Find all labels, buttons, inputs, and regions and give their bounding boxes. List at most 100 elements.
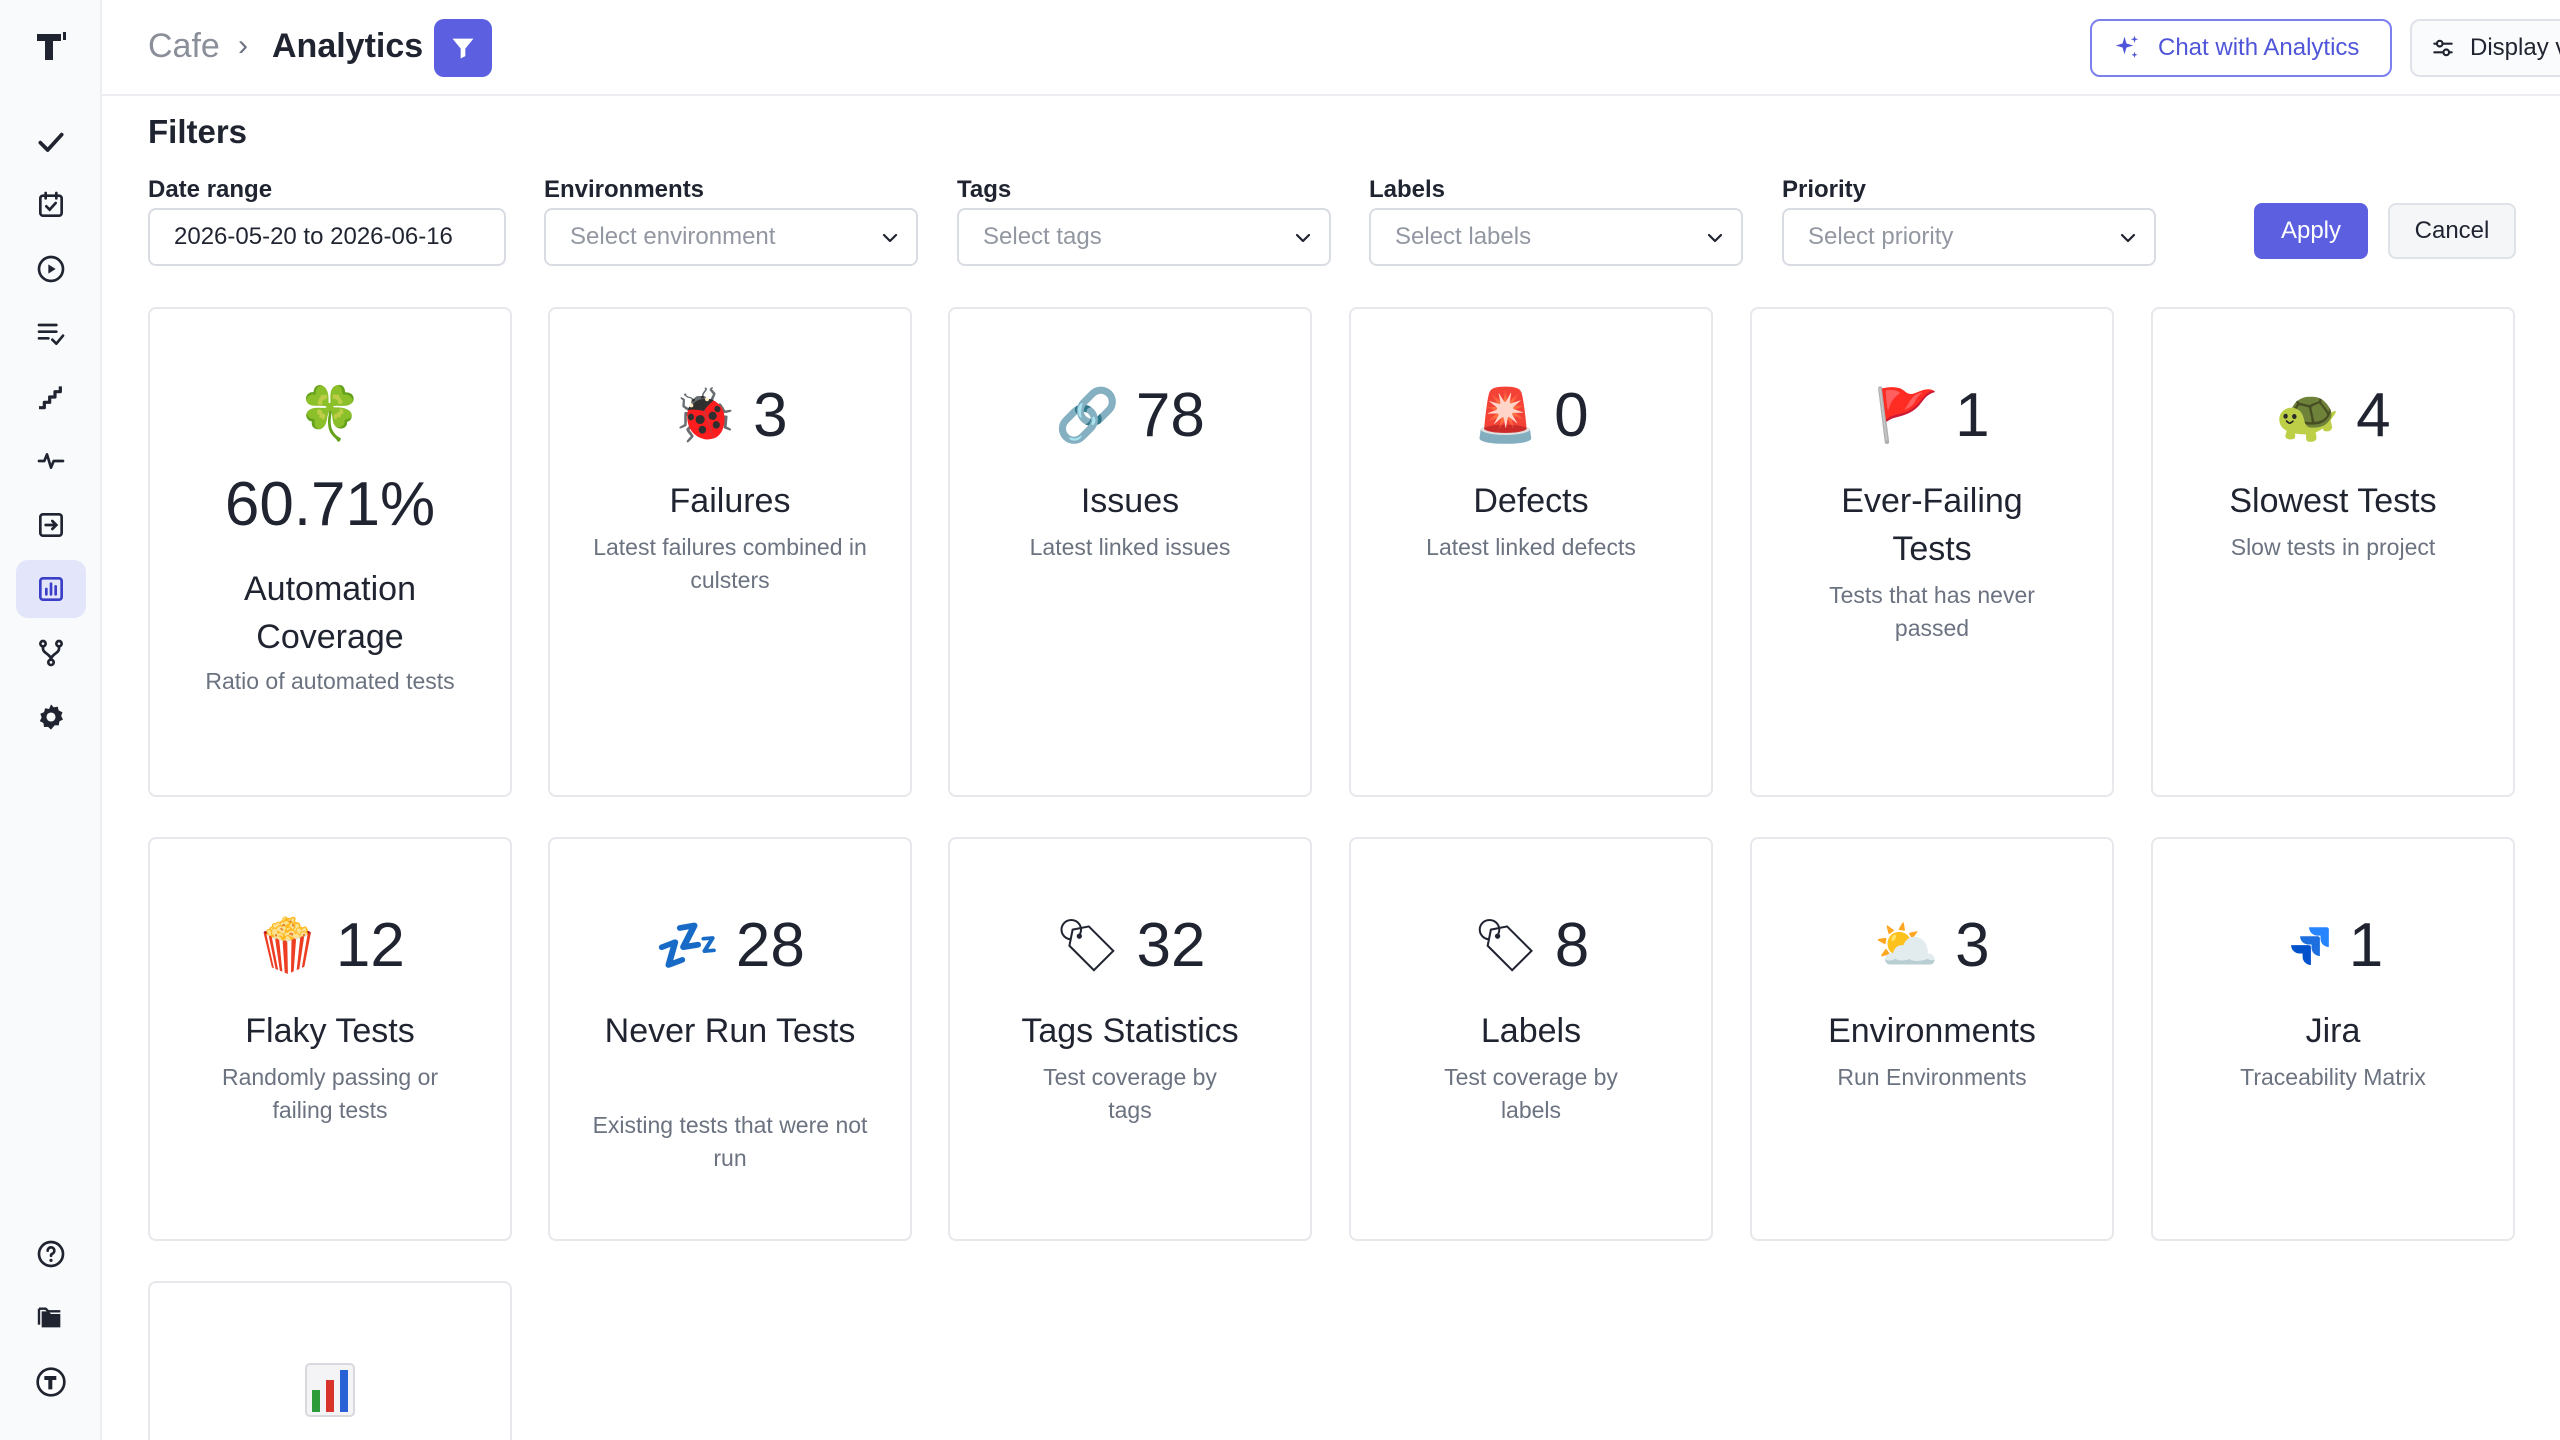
sidebar-item-analytics[interactable]	[16, 560, 86, 618]
testomatio-logo-icon[interactable]	[31, 26, 71, 66]
card-description: Latest linked issues	[1029, 534, 1231, 560]
sidebar-item-branches[interactable]	[16, 624, 86, 682]
date-range-value: 2026-05-20 to 2026-06-16	[174, 223, 453, 250]
tags-select[interactable]: Select tags	[957, 208, 1331, 266]
card-bar-chart[interactable]	[148, 1281, 512, 1440]
checkmark-icon	[38, 132, 64, 152]
display-button-label: Display view	[2470, 34, 2560, 61]
filter-toggle-button[interactable]	[434, 19, 492, 77]
card-ever-failing-tests[interactable]: 🚩 1 Ever-Failing Tests Tests that has ne…	[1750, 307, 2114, 797]
card-metric: 28	[735, 911, 805, 980]
chevron-down-icon	[1707, 233, 1723, 243]
card-description: Existing tests that were not run	[592, 1112, 868, 1171]
priority-select[interactable]: Select priority	[1782, 208, 2156, 266]
card-labels[interactable]: 🏷 8 Labels Test coverage by labels	[1349, 837, 1713, 1241]
card-metric: 8	[1554, 911, 1590, 980]
label-tag-icon: 🏷	[1472, 916, 1539, 976]
environments-select[interactable]: Select environment	[544, 208, 918, 266]
sidebar-item-plans[interactable]	[16, 176, 86, 234]
filters-heading: Filters	[148, 113, 248, 150]
card-description: Ratio of automated tests	[205, 668, 455, 694]
jira-icon	[2290, 927, 2329, 965]
turtle-icon: 🐢	[2275, 386, 2341, 446]
sidebar-item-account[interactable]	[16, 1353, 86, 1411]
card-title: Slowest Tests	[2229, 482, 2437, 520]
card-title: Tags Statistics	[1021, 1012, 1239, 1050]
card-title: Jira	[2305, 1012, 2361, 1050]
priority-label: Priority	[1782, 176, 1867, 203]
card-metric: 1	[1955, 381, 1990, 450]
card-metric: 32	[1136, 911, 1206, 980]
date-range-input[interactable]: 2026-05-20 to 2026-06-16	[148, 208, 506, 266]
chevron-down-icon	[1295, 233, 1311, 243]
card-defects[interactable]: 🚨 0 Defects Latest linked defects	[1349, 307, 1713, 797]
page-title: Analytics	[272, 27, 424, 65]
card-description: Test coverage by tags	[1043, 1064, 1217, 1123]
chevron-down-icon	[882, 233, 898, 243]
siren-icon: 🚨	[1473, 386, 1539, 446]
card-failures[interactable]: 🐞 3 Failures Latest failures combined in…	[548, 307, 912, 797]
card-description: Traceability Matrix	[2240, 1064, 2426, 1090]
card-metric: 78	[1135, 381, 1205, 450]
card-title: Issues	[1080, 482, 1180, 520]
sidebar-item-projects[interactable]	[16, 1289, 86, 1347]
card-title: Ever-Failing Tests	[1841, 482, 2023, 568]
labels-select[interactable]: Select labels	[1369, 208, 1743, 266]
card-description: Latest linked defects	[1426, 534, 1636, 560]
funnel-icon	[452, 38, 474, 59]
chevron-down-icon	[2120, 233, 2136, 243]
play-circle-icon	[37, 255, 65, 283]
sidebar	[0, 0, 102, 1440]
date-range-label: Date range	[148, 176, 273, 203]
card-metric: 3	[753, 381, 788, 450]
sleep-zzz-icon: 💤	[655, 916, 720, 976]
card-jira[interactable]: 1 Jira Traceability Matrix	[2151, 837, 2515, 1241]
card-environments[interactable]: ⛅ 3 Environments Run Environments	[1750, 837, 2114, 1241]
labels-label: Labels	[1369, 176, 1446, 203]
card-title: Flaky Tests	[245, 1012, 415, 1050]
card-metric: 12	[335, 911, 405, 980]
card-tags-statistics[interactable]: 🏷 32 Tags Statistics Test coverage by ta…	[948, 837, 1312, 1241]
ladybug-icon: 🐞	[672, 386, 738, 446]
sliders-icon	[2433, 39, 2453, 57]
card-description: Randomly passing or failing tests	[221, 1064, 439, 1123]
red-flag-icon: 🚩	[1874, 386, 1940, 446]
card-metric: 3	[1955, 911, 1990, 980]
sidebar-item-steps[interactable]	[16, 368, 86, 426]
tags-placeholder: Select tags	[983, 223, 1102, 250]
breadcrumb-separator: ›	[238, 29, 248, 62]
steps-icon	[39, 386, 62, 410]
labels-placeholder: Select labels	[1395, 223, 1532, 250]
card-title: Failures	[669, 482, 791, 520]
display-view-button[interactable]: Display view	[2410, 19, 2560, 77]
card-never-run-tests[interactable]: 💤 28 Never Run Tests Existing tests that…	[548, 837, 912, 1241]
card-flaky-tests[interactable]: 🍿 12 Flaky Tests Randomly passing or fai…	[148, 837, 512, 1241]
sidebar-item-pulse[interactable]	[16, 432, 86, 490]
card-description: Run Environments	[1837, 1064, 2027, 1090]
card-description: Test coverage by labels	[1444, 1064, 1618, 1123]
apply-button[interactable]: Apply	[2254, 203, 2368, 259]
sidebar-item-runs[interactable]	[16, 240, 86, 298]
breadcrumb-project[interactable]: Cafe	[148, 27, 220, 66]
card-automation-coverage[interactable]: 🍀 60.71% Automation Coverage Ratio of au…	[148, 307, 512, 797]
sidebar-item-tests[interactable]	[16, 113, 86, 171]
card-title: Automation Coverage	[244, 570, 416, 656]
cancel-button[interactable]: Cancel	[2388, 203, 2516, 259]
bar-chart-icon	[305, 1363, 355, 1417]
card-slowest-tests[interactable]: 🐢 4 Slowest Tests Slow tests in project	[2151, 307, 2515, 797]
help-circle-icon	[37, 1240, 65, 1268]
priority-placeholder: Select priority	[1808, 223, 1954, 250]
chat-button-label: Chat with Analytics	[2158, 34, 2360, 61]
environments-label: Environments	[544, 176, 705, 203]
card-issues[interactable]: 🔗 78 Issues Latest linked issues	[948, 307, 1312, 797]
git-branch-icon	[39, 639, 63, 667]
tag-icon: 🏷	[1054, 916, 1121, 976]
card-title: Labels	[1480, 1012, 1582, 1050]
sidebar-item-checklist[interactable]	[16, 304, 86, 362]
card-description: Tests that has never passed	[1829, 582, 2035, 641]
sidebar-item-settings[interactable]	[16, 688, 86, 746]
sidebar-item-import[interactable]	[16, 496, 86, 554]
sparkles-icon	[2115, 35, 2139, 58]
sidebar-item-help[interactable]	[16, 1225, 86, 1283]
chat-with-analytics-button[interactable]: Chat with Analytics	[2090, 19, 2392, 77]
